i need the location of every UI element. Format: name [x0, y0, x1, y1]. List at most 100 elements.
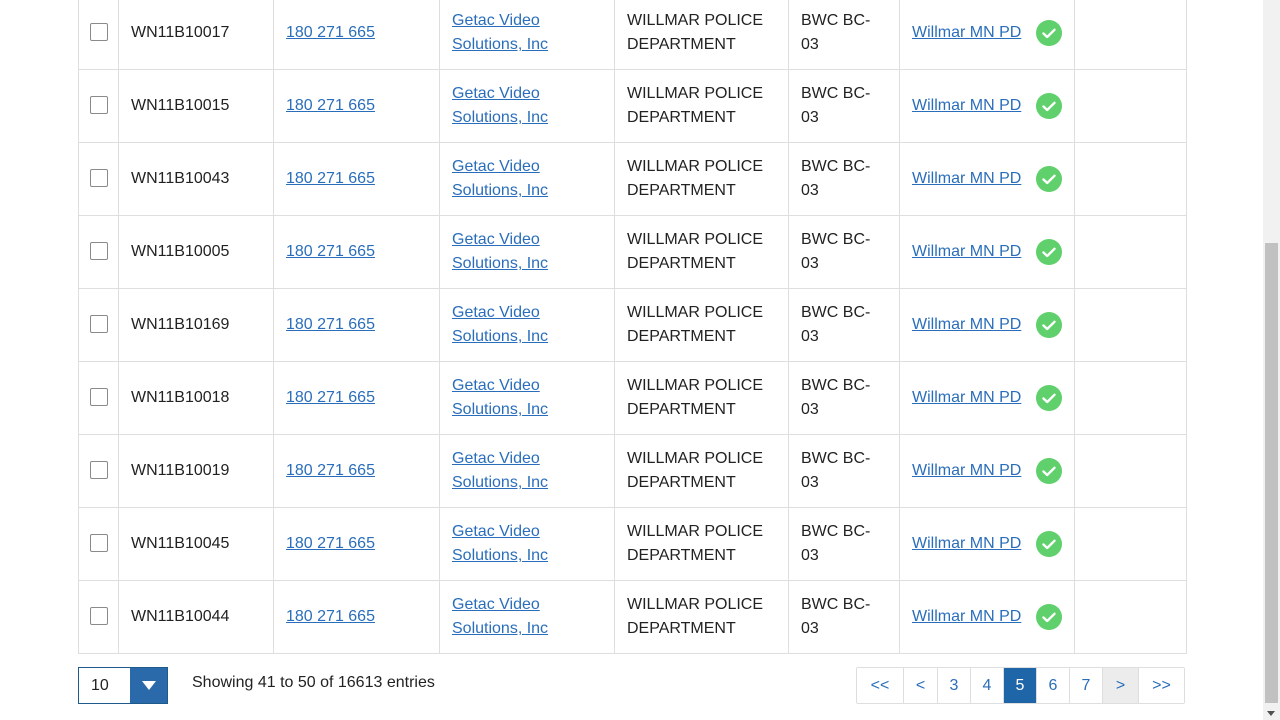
order-number-link[interactable]: 180 271 665: [286, 316, 375, 333]
table-row: WN11B10017 180 271 665 Getac Video Solutio…: [78, 0, 1187, 70]
owner-link[interactable]: Willmar MN PD: [912, 459, 1021, 483]
owner-cell-content: Willmar MN PD: [912, 166, 1062, 192]
model-cell: BWC BC-03: [788, 580, 900, 654]
page-size-select[interactable]: 10: [78, 667, 168, 704]
order-number-link[interactable]: 180 271 665: [286, 608, 375, 625]
order-cell: 180 271 665: [273, 507, 440, 581]
prev-page-button[interactable]: <: [903, 668, 937, 703]
row-select-checkbox[interactable]: [89, 95, 108, 114]
page-button-4[interactable]: 4: [970, 668, 1003, 703]
vendor-link[interactable]: Getac Video Solutions, Inc: [452, 450, 548, 491]
next-page-button[interactable]: >: [1102, 668, 1138, 703]
order-number-link[interactable]: 180 271 665: [286, 97, 375, 114]
scroll-down-arrow-icon[interactable]: [1267, 711, 1275, 716]
model-cell: BWC BC-03: [788, 69, 900, 143]
page-button-7[interactable]: 7: [1069, 668, 1102, 703]
last-page-button[interactable]: >>: [1138, 668, 1184, 703]
owner-cell-content: Willmar MN PD: [912, 93, 1062, 119]
vendor-link[interactable]: Getac Video Solutions, Inc: [452, 304, 548, 345]
row-select-checkbox[interactable]: [89, 168, 108, 187]
order-number-link[interactable]: 180 271 665: [286, 170, 375, 187]
owner-link[interactable]: Willmar MN PD: [912, 605, 1021, 629]
serial-cell: WN11B10045: [118, 507, 274, 581]
first-page-button[interactable]: <<: [857, 668, 903, 703]
model-name: BWC BC-03: [801, 450, 871, 491]
actions-cell: [1074, 361, 1187, 435]
owner-link[interactable]: Willmar MN PD: [912, 94, 1021, 118]
check-circle-icon: [1036, 312, 1062, 338]
check-circle-icon: [1036, 385, 1062, 411]
order-number-link[interactable]: 180 271 665: [286, 535, 375, 552]
owner-cell: Willmar MN PD: [899, 580, 1075, 654]
results-table-wrapper: WN11B10017 180 271 665 Getac Video Solutio…: [78, 0, 1187, 654]
order-number-link[interactable]: 180 271 665: [286, 243, 375, 260]
row-select-checkbox[interactable]: [89, 241, 108, 260]
serial-cell: WN11B10169: [118, 288, 274, 362]
check-circle-icon: [1036, 166, 1062, 192]
row-select-checkbox[interactable]: [89, 533, 108, 552]
actions-cell: [1074, 434, 1187, 508]
order-cell: 180 271 665: [273, 69, 440, 143]
agency-name: WILLMAR POLICE DEPARTMENT: [627, 158, 764, 199]
row-select-cell: [78, 215, 119, 289]
row-select-checkbox[interactable]: [89, 314, 108, 333]
owner-link[interactable]: Willmar MN PD: [912, 21, 1021, 45]
model-name: BWC BC-03: [801, 304, 871, 345]
owner-cell-content: Willmar MN PD: [912, 20, 1062, 46]
model-cell: BWC BC-03: [788, 142, 900, 216]
model-name: BWC BC-03: [801, 377, 871, 418]
vertical-scrollbar[interactable]: [1263, 0, 1280, 720]
vendor-link[interactable]: Getac Video Solutions, Inc: [452, 523, 548, 564]
vendor-link[interactable]: Getac Video Solutions, Inc: [452, 85, 548, 126]
serial-number: WN11B10019: [131, 462, 230, 479]
page-size-value: 10: [91, 677, 109, 694]
owner-link[interactable]: Willmar MN PD: [912, 313, 1021, 337]
owner-link[interactable]: Willmar MN PD: [912, 532, 1021, 556]
vendor-link[interactable]: Getac Video Solutions, Inc: [452, 158, 548, 199]
order-cell: 180 271 665: [273, 580, 440, 654]
model-name: BWC BC-03: [801, 231, 871, 272]
agency-cell: WILLMAR POLICE DEPARTMENT: [614, 0, 789, 70]
page-button-5-current[interactable]: 5: [1003, 668, 1036, 703]
agency-cell: WILLMAR POLICE DEPARTMENT: [614, 142, 789, 216]
check-circle-icon: [1036, 93, 1062, 119]
row-select-checkbox[interactable]: [89, 22, 108, 41]
serial-cell: WN11B10017: [118, 0, 274, 70]
model-cell: BWC BC-03: [788, 434, 900, 508]
order-number-link[interactable]: 180 271 665: [286, 24, 375, 41]
vendor-link[interactable]: Getac Video Solutions, Inc: [452, 596, 548, 637]
row-select-cell: [78, 361, 119, 435]
owner-link[interactable]: Willmar MN PD: [912, 167, 1021, 191]
agency-name: WILLMAR POLICE DEPARTMENT: [627, 12, 764, 53]
agency-name: WILLMAR POLICE DEPARTMENT: [627, 304, 764, 345]
vendor-cell: Getac Video Solutions, Inc: [439, 288, 615, 362]
row-select-checkbox[interactable]: [89, 606, 108, 625]
agency-cell: WILLMAR POLICE DEPARTMENT: [614, 215, 789, 289]
owner-link[interactable]: Willmar MN PD: [912, 240, 1021, 264]
page-button-6[interactable]: 6: [1036, 668, 1069, 703]
order-cell: 180 271 665: [273, 215, 440, 289]
entries-info: Showing 41 to 50 of 16613 entries: [192, 674, 435, 691]
page-button-3[interactable]: 3: [937, 668, 970, 703]
row-select-checkbox[interactable]: [89, 460, 108, 479]
table-row: WN11B10045 180 271 665 Getac Video Solutio…: [78, 507, 1187, 581]
results-table: WN11B10017 180 271 665 Getac Video Solutio…: [78, 0, 1187, 654]
agency-cell: WILLMAR POLICE DEPARTMENT: [614, 288, 789, 362]
serial-cell: WN11B10044: [118, 580, 274, 654]
serial-number: WN11B10015: [131, 97, 230, 114]
table-row: WN11B10005 180 271 665 Getac Video Solutio…: [78, 215, 1187, 289]
serial-number: WN11B10169: [131, 316, 230, 333]
vendor-link[interactable]: Getac Video Solutions, Inc: [452, 12, 548, 53]
scrollbar-thumb[interactable]: [1265, 243, 1278, 703]
vendor-cell: Getac Video Solutions, Inc: [439, 142, 615, 216]
vendor-link[interactable]: Getac Video Solutions, Inc: [452, 231, 548, 272]
row-select-cell: [78, 434, 119, 508]
owner-link[interactable]: Willmar MN PD: [912, 386, 1021, 410]
order-number-link[interactable]: 180 271 665: [286, 389, 375, 406]
serial-cell: WN11B10043: [118, 142, 274, 216]
order-number-link[interactable]: 180 271 665: [286, 462, 375, 479]
page-size-dropdown-button[interactable]: [130, 668, 167, 703]
row-select-checkbox[interactable]: [89, 387, 108, 406]
vendor-link[interactable]: Getac Video Solutions, Inc: [452, 377, 548, 418]
order-cell: 180 271 665: [273, 434, 440, 508]
